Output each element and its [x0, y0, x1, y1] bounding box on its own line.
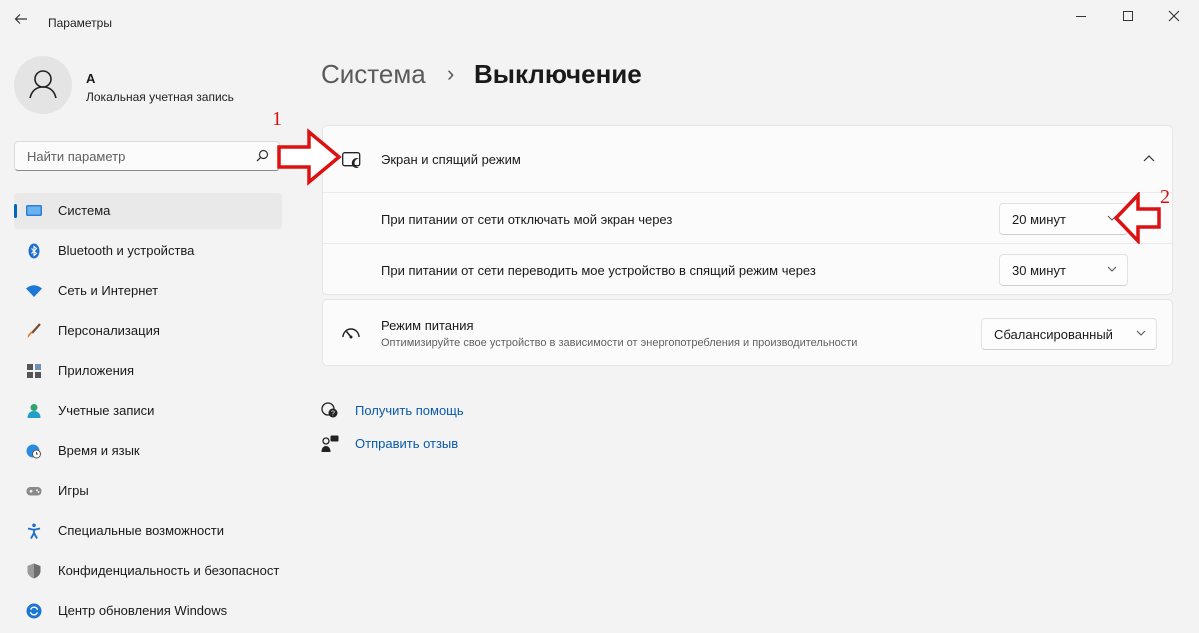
dropdown-value: Сбалансированный — [994, 327, 1113, 342]
chevron-down-icon — [1107, 266, 1117, 272]
sidebar-item-label: Центр обновления Windows — [58, 603, 228, 618]
maximize-icon — [1122, 11, 1133, 21]
sidebar-item-time-language[interactable]: Время и язык — [14, 433, 282, 469]
screen-sleep-card: Экран и спящий режим При питании от сети… — [322, 125, 1173, 295]
gamepad-icon — [26, 487, 42, 496]
screen-off-label: При питании от сети отключать мой экран … — [381, 212, 673, 227]
sidebar-item-accessibility[interactable]: Специальные возможности — [14, 513, 282, 549]
search-icon[interactable] — [256, 149, 269, 162]
apps-icon — [27, 364, 41, 378]
sidebar-item-label: Персонализация — [58, 323, 160, 338]
monitor-icon — [26, 205, 42, 216]
brush-icon — [27, 323, 41, 338]
sleep-dropdown[interactable]: 30 минут — [999, 254, 1128, 286]
sidebar-item-label: Приложения — [58, 363, 135, 378]
power-mode-card: Режим питания Оптимизируйте свое устройс… — [322, 299, 1173, 366]
annotation-arrow-right-icon — [277, 128, 342, 186]
wifi-icon — [26, 285, 42, 297]
sidebar-item-label: Система — [58, 203, 111, 218]
power-mode-title: Режим питания — [381, 318, 474, 333]
divider — [323, 243, 1172, 244]
sidebar-item-label: Специальные возможности — [58, 523, 224, 538]
power-gauge-icon — [342, 328, 360, 339]
screen-off-dropdown[interactable]: 20 минут — [999, 203, 1128, 235]
shield-icon — [27, 563, 41, 579]
breadcrumb-separator: › — [447, 61, 455, 86]
sidebar-item-label: Время и язык — [58, 443, 140, 458]
sidebar-item-personalization[interactable]: Персонализация — [14, 313, 282, 349]
globe-clock-icon — [26, 444, 41, 459]
divider — [323, 192, 1172, 193]
sidebar-item-windows-update[interactable]: Центр обновления Windows — [14, 593, 282, 629]
screen-sleep-icon — [342, 152, 361, 168]
feedback-icon — [321, 435, 339, 452]
annotation-number-2: 2 — [1160, 186, 1170, 208]
screen-sleep-header[interactable]: Экран и спящий режим — [323, 126, 1172, 192]
sidebar-item-label: Игры — [58, 483, 89, 498]
dropdown-value: 30 минут — [1012, 263, 1066, 278]
sidebar-item-network[interactable]: Сеть и Интернет — [14, 273, 282, 309]
breadcrumb-parent[interactable]: Система — [321, 59, 426, 90]
sidebar-item-bluetooth[interactable]: Bluetooth и устройства — [14, 233, 282, 269]
avatar[interactable] — [14, 56, 72, 114]
sidebar-item-accounts[interactable]: Учетные записи — [14, 393, 282, 429]
account-type: Локальная учетная запись — [86, 90, 234, 104]
screen-sleep-title: Экран и спящий режим — [381, 152, 521, 167]
sidebar-item-apps[interactable]: Приложения — [14, 353, 282, 389]
user-icon — [29, 70, 57, 99]
title-bar: Параметры — [0, 0, 1199, 40]
sleep-label: При питании от сети переводить мое устро… — [381, 263, 816, 278]
search-input[interactable] — [25, 148, 249, 165]
get-help-link[interactable]: Получить помощь — [355, 403, 464, 418]
sidebar-item-label: Конфиденциальность и безопасность — [58, 563, 280, 578]
power-mode-description: Оптимизируйте свое устройство в зависимо… — [381, 337, 858, 349]
sidebar-item-gaming[interactable]: Игры — [14, 473, 282, 509]
minimize-button[interactable] — [1061, 6, 1101, 28]
user-name: A — [86, 71, 96, 86]
svg-text:?: ? — [331, 411, 335, 418]
bluetooth-icon — [28, 243, 40, 259]
minimize-icon — [1075, 16, 1086, 17]
send-feedback-link[interactable]: Отправить отзыв — [355, 436, 458, 451]
close-icon — [1168, 10, 1180, 22]
close-button[interactable] — [1154, 6, 1194, 28]
sidebar-item-label: Учетные записи — [58, 403, 155, 418]
accessibility-icon — [27, 523, 41, 539]
chevron-up-icon[interactable] — [1143, 154, 1155, 162]
search-box[interactable] — [14, 141, 280, 171]
chevron-down-icon — [1136, 330, 1146, 336]
sidebar-nav: Система Bluetooth и устройства Сеть и Ин… — [14, 193, 282, 633]
maximize-button[interactable] — [1108, 6, 1148, 28]
sidebar-item-label: Сеть и Интернет — [58, 283, 159, 298]
help-icon: ? — [321, 402, 338, 418]
sidebar-item-label: Bluetooth и устройства — [58, 243, 195, 258]
update-icon — [26, 603, 42, 619]
power-mode-dropdown[interactable]: Сбалансированный — [981, 318, 1157, 350]
arrow-left-icon — [14, 14, 27, 24]
back-button[interactable] — [14, 12, 28, 30]
annotation-arrow-left-icon — [1113, 192, 1161, 244]
page-title: Выключение — [474, 59, 642, 89]
active-indicator — [14, 204, 17, 218]
app-title: Параметры — [48, 16, 112, 30]
dropdown-value: 20 минут — [1012, 212, 1066, 227]
person-icon — [27, 404, 41, 418]
sidebar-item-system[interactable]: Система — [14, 193, 282, 229]
sidebar-item-privacy[interactable]: Конфиденциальность и безопасность — [14, 553, 282, 589]
